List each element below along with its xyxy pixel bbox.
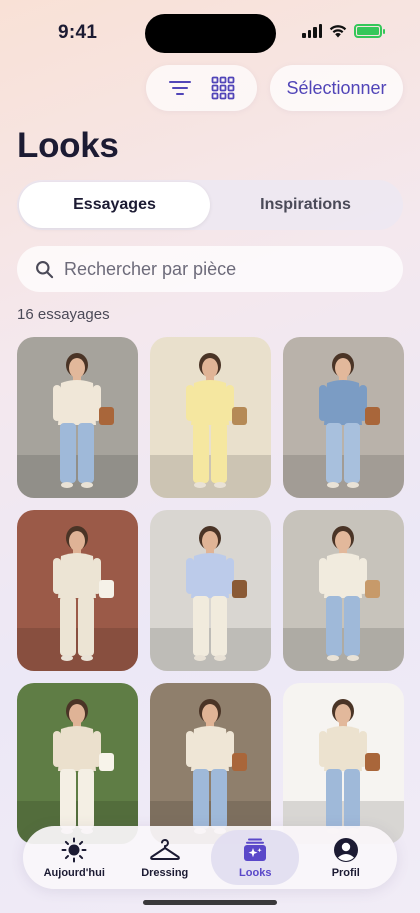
look-card[interactable] (150, 337, 271, 498)
segmented-control: Essayages Inspirations (17, 180, 403, 230)
battery-charging-icon (354, 24, 385, 38)
tab-profil[interactable]: Profil (302, 830, 390, 885)
view-options-toolbar (146, 65, 257, 111)
tab-label: Dressing (141, 866, 189, 879)
look-photo (17, 510, 138, 671)
sun-icon (61, 837, 87, 862)
look-card[interactable] (150, 510, 271, 671)
person-circle-icon (333, 837, 358, 862)
look-photo (150, 683, 271, 844)
wifi-icon (329, 25, 347, 38)
filter-lines-icon[interactable] (162, 70, 198, 106)
dynamic-island (145, 14, 276, 53)
status-icons (302, 24, 385, 38)
tab-looks[interactable]: Looks (211, 830, 300, 885)
look-photo (17, 683, 138, 844)
tab-label: Looks (239, 866, 272, 879)
search-input[interactable] (64, 258, 384, 280)
tab-bar: Aujourd'hui Dressing Looks Profil (23, 826, 397, 889)
grid-icon[interactable] (205, 70, 241, 106)
segment-essayages[interactable]: Essayages (19, 182, 210, 228)
look-photo (283, 683, 404, 844)
look-photo (150, 337, 271, 498)
look-photo (283, 337, 404, 498)
look-card[interactable] (283, 510, 404, 671)
looks-grid (17, 337, 404, 844)
tab-label: Aujourd'hui (43, 866, 105, 879)
look-card[interactable] (17, 683, 138, 844)
status-time: 9:41 (58, 22, 98, 43)
look-card[interactable] (283, 337, 404, 498)
look-photo (283, 510, 404, 671)
results-count: 16 essayages (17, 306, 110, 323)
look-photo (17, 337, 138, 498)
search-icon (36, 260, 54, 278)
look-card[interactable] (283, 683, 404, 844)
select-button[interactable]: Sélectionner (270, 65, 403, 111)
sparkle-stack-icon (244, 838, 267, 861)
segment-inspirations[interactable]: Inspirations (210, 182, 401, 228)
home-indicator (143, 900, 277, 905)
look-card[interactable] (17, 510, 138, 671)
look-card[interactable] (17, 337, 138, 498)
page-title: Looks (17, 126, 119, 165)
hanger-icon (149, 838, 180, 860)
look-card[interactable] (150, 683, 271, 844)
search-bar (17, 246, 403, 292)
cellular-signal-icon (302, 24, 322, 38)
look-photo (150, 510, 271, 671)
tab-aujourdhui[interactable]: Aujourd'hui (30, 830, 118, 885)
status-bar: 9:41 (0, 0, 420, 64)
tab-dressing[interactable]: Dressing (121, 830, 209, 885)
tab-label: Profil (331, 866, 360, 879)
